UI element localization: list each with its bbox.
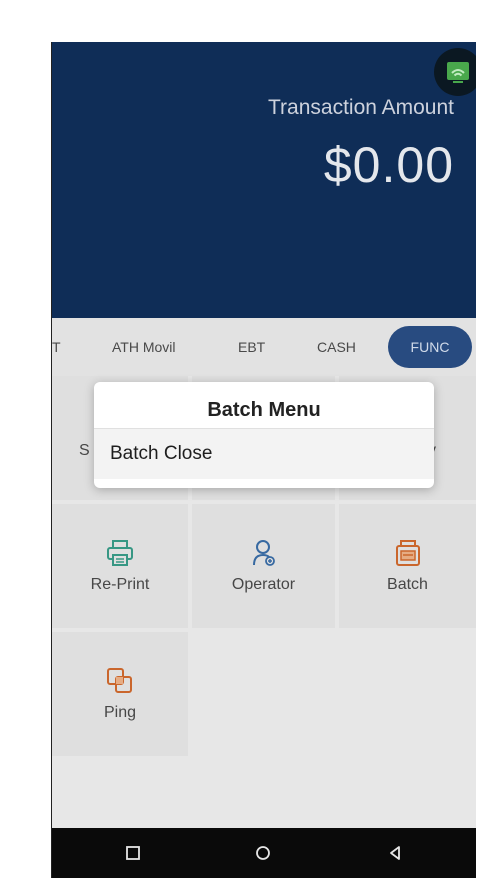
recents-button[interactable] (103, 828, 163, 878)
circle-icon (256, 846, 270, 860)
batch-close-option[interactable]: Batch Close (94, 428, 434, 479)
back-button[interactable] (365, 828, 425, 878)
batch-menu-dialog: Batch Menu Batch Close (94, 382, 434, 488)
square-icon (126, 846, 140, 860)
dialog-title: Batch Menu (207, 399, 321, 421)
back-triangle-icon (390, 846, 400, 860)
android-navigation-bar (52, 828, 476, 878)
device-screen: Transaction Amount $0.00 T ATH Movil EBT… (51, 42, 476, 878)
home-button[interactable] (233, 828, 293, 878)
